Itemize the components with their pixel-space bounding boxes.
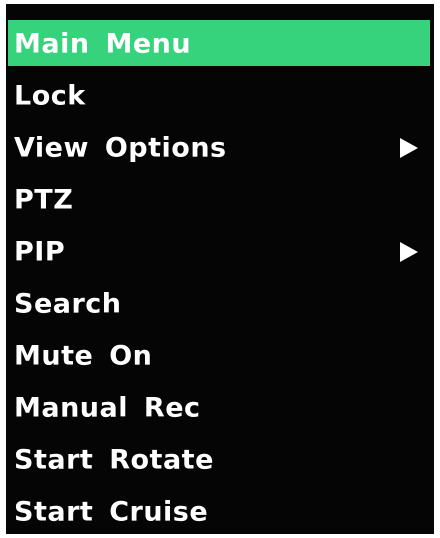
menu-item-label: PIP bbox=[14, 236, 66, 268]
menu-list: Main Menu Lock View Options PTZ PIP Sear… bbox=[6, 18, 434, 538]
menu-item-main-menu[interactable]: Main Menu bbox=[6, 18, 434, 70]
menu-item-label: PTZ bbox=[14, 184, 74, 216]
menu-item-manual-rec[interactable]: Manual Rec bbox=[6, 382, 434, 434]
menu-item-lock[interactable]: Lock bbox=[6, 70, 434, 122]
menu-item-label: Main Menu bbox=[14, 28, 192, 60]
menu-item-search[interactable]: Search bbox=[6, 278, 434, 330]
menu-item-label: Lock bbox=[14, 80, 86, 112]
menu-item-label: Mute On bbox=[14, 340, 153, 372]
menu-item-label: Search bbox=[14, 288, 122, 320]
menu-item-ptz[interactable]: PTZ bbox=[6, 174, 434, 226]
menu-item-label: Manual Rec bbox=[14, 392, 201, 424]
menu-item-label: View Options bbox=[14, 132, 227, 164]
menu-item-start-rotate[interactable]: Start Rotate bbox=[6, 434, 434, 486]
menu-item-view-options[interactable]: View Options bbox=[6, 122, 434, 174]
menu-item-pip[interactable]: PIP bbox=[6, 226, 434, 278]
menu-item-label: Start Cruise bbox=[14, 496, 209, 528]
context-menu: Main Menu Lock View Options PTZ PIP Sear… bbox=[6, 4, 434, 534]
menu-item-mute-on[interactable]: Mute On bbox=[6, 330, 434, 382]
menu-item-start-cruise[interactable]: Start Cruise bbox=[6, 486, 434, 538]
menu-item-label: Start Rotate bbox=[14, 444, 214, 476]
submenu-arrow-icon bbox=[400, 242, 418, 262]
submenu-arrow-icon bbox=[400, 138, 418, 158]
